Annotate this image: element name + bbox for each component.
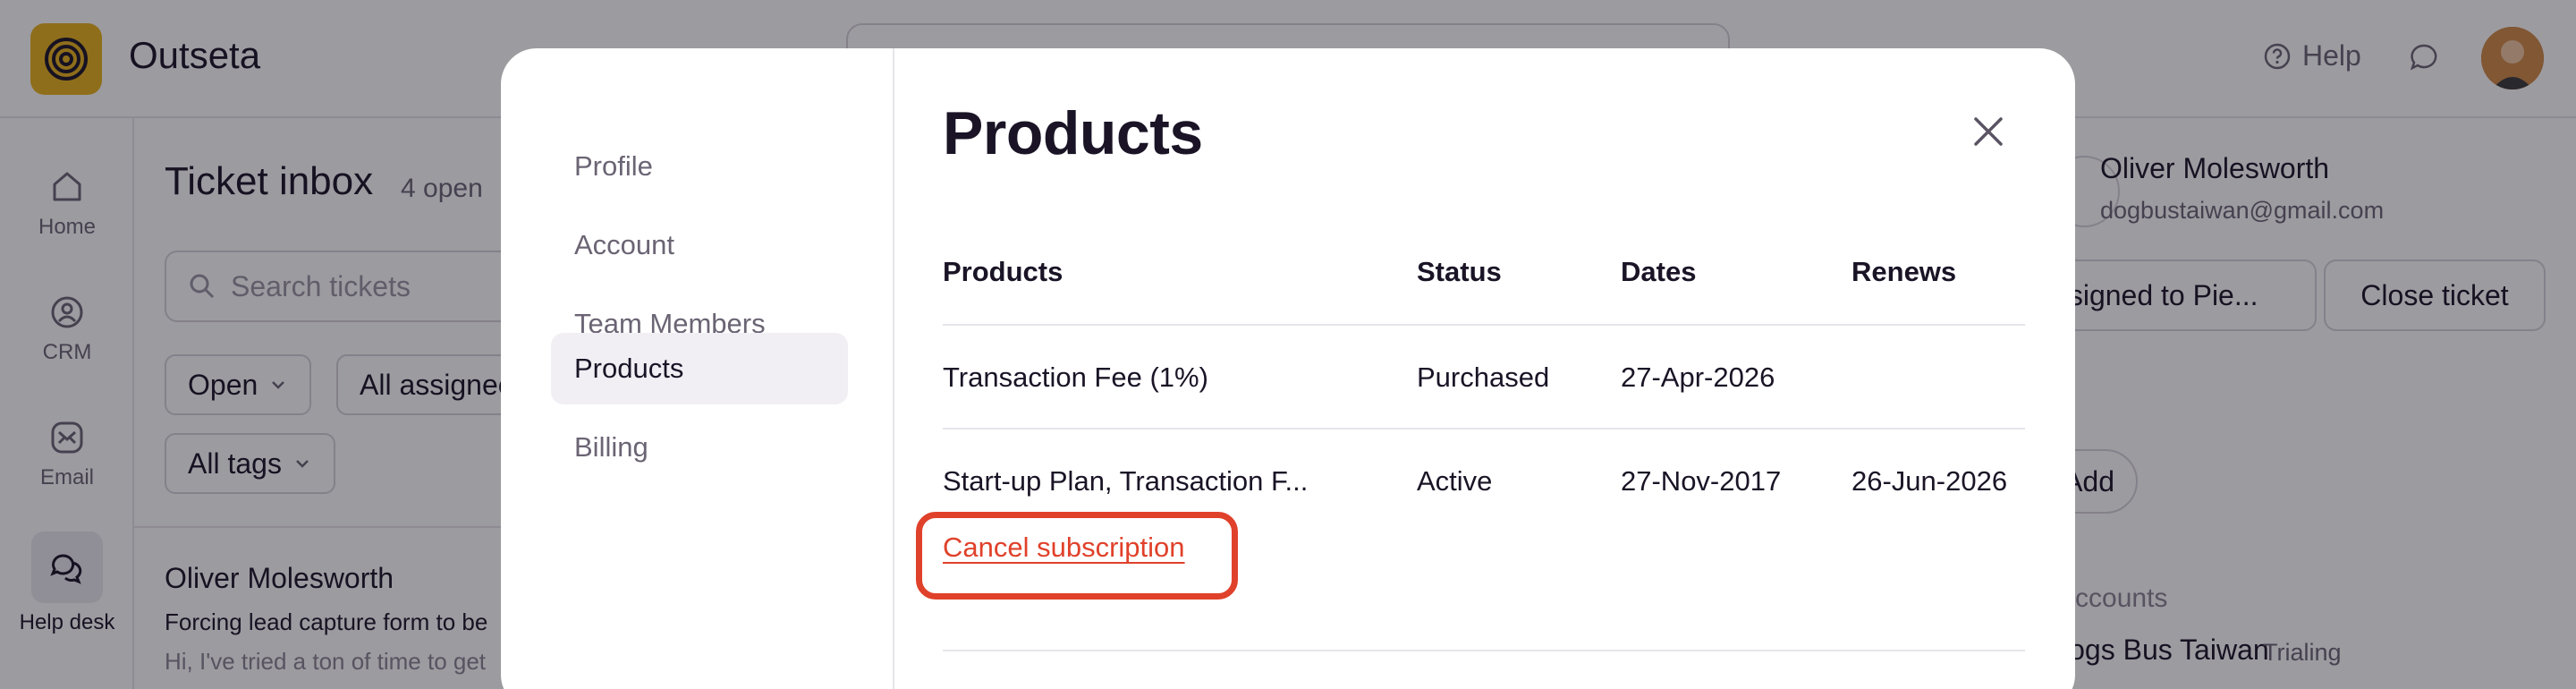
- row-2-renews: 26-Jun-2026: [1852, 465, 2008, 497]
- row-2-product: Start-up Plan, Transaction F...: [943, 465, 1309, 497]
- table-divider: [943, 324, 2025, 326]
- cancel-subscription-link[interactable]: Cancel subscription: [943, 532, 1185, 564]
- row-1-product: Transaction Fee (1%): [943, 362, 1208, 393]
- row-2-status: Active: [1417, 465, 1493, 497]
- modal-sidebar: Profile Account Team Members Products Bi…: [501, 48, 894, 689]
- row-2-dates: 27-Nov-2017: [1621, 465, 1782, 497]
- table-divider: [943, 650, 2025, 651]
- row-1-dates: 27-Apr-2026: [1621, 362, 1775, 393]
- modal-nav-account[interactable]: Account: [551, 209, 848, 281]
- products-modal: Profile Account Team Members Products Bi…: [501, 48, 2075, 689]
- column-header-renews: Renews: [1852, 256, 1957, 287]
- modal-nav-products[interactable]: Products: [551, 333, 848, 404]
- close-icon: [1974, 117, 2003, 146]
- modal-title: Products: [943, 99, 1203, 167]
- row-1-status: Purchased: [1417, 362, 1550, 393]
- column-header-status: Status: [1417, 256, 1502, 287]
- table-divider: [943, 428, 2025, 430]
- modal-nav-profile[interactable]: Profile: [551, 131, 848, 202]
- close-modal-button[interactable]: [1966, 109, 2011, 154]
- column-header-products: Products: [943, 256, 1063, 287]
- column-header-dates: Dates: [1621, 256, 1697, 287]
- modal-nav-billing[interactable]: Billing: [551, 412, 848, 483]
